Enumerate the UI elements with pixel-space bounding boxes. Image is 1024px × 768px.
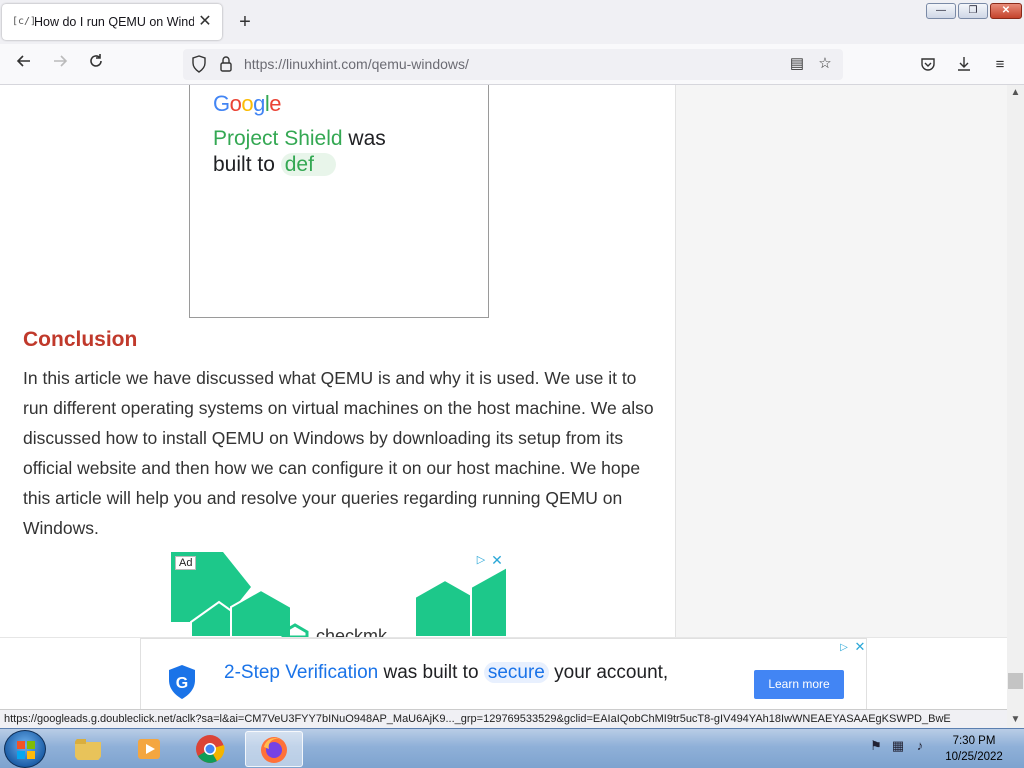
anchor-ad-headline: 2-Step Verification was built to secure … [224, 662, 669, 683]
site-favicon-icon: [c/] [12, 16, 37, 27]
url-path: /qemu-windows/ [367, 56, 469, 72]
tab-active[interactable]: [c/] How do I run QEMU on Windows ✕ [2, 4, 222, 40]
link-status-bar: https://googleads.g.doubleclick.net/aclk… [0, 709, 1007, 728]
minimize-button[interactable]: — [926, 3, 956, 19]
forward-button[interactable] [48, 52, 72, 76]
ad-hexagon-graphic [171, 552, 507, 637]
volume-icon[interactable]: ♪ [912, 737, 928, 755]
anchor-ad-container: G 2-Step Verification was built to secur… [0, 637, 1007, 710]
forward-arrow-icon [54, 55, 68, 67]
scroll-down-arrow-icon[interactable]: ▼ [1007, 712, 1024, 728]
back-arrow-icon [16, 55, 30, 67]
google-project-shield-ad[interactable]: Google Project Shield was built to def [189, 85, 489, 318]
windows-logo-icon [17, 741, 35, 759]
clock-date: 10/25/2022 [945, 751, 1003, 763]
anchor-ad-close-icon[interactable]: ✕ [853, 640, 867, 654]
conclusion-paragraph: In this article we have discussed what Q… [23, 368, 654, 538]
reload-icon [90, 54, 102, 67]
downloads-icon[interactable] [955, 56, 973, 74]
taskbar-chrome[interactable] [182, 731, 240, 767]
adchoices-icon[interactable]: ▷ [837, 641, 851, 655]
section-heading-conclusion: Conclusion [23, 328, 138, 351]
address-bar[interactable]: https://linuxhint.com/qemu-windows/ ▤ ☆ [183, 49, 843, 80]
media-player-icon [138, 739, 160, 759]
folder-icon [75, 739, 101, 760]
url-host: https://linuxhint.com [244, 56, 368, 72]
scroll-thumb[interactable] [1008, 673, 1023, 689]
menu-hamburger-icon[interactable]: ≡ [991, 56, 1009, 74]
clock-time: 7:30 PM [952, 735, 996, 747]
reader-view-icon[interactable]: ▤ [788, 55, 806, 73]
navigation-toolbar: https://linuxhint.com/qemu-windows/ ▤ ☆ … [0, 44, 1024, 85]
ad-close-icon[interactable]: ✕ [489, 552, 505, 568]
page-scrollbar[interactable]: ▲ ▼ [1007, 85, 1024, 728]
scroll-up-arrow-icon[interactable]: ▲ [1007, 85, 1024, 101]
taskbar-file-explorer[interactable] [60, 731, 118, 767]
taskbar-clock[interactable]: 7:30 PM 10/25/2022 [928, 733, 1020, 765]
ad-headline-line2: built to def [213, 153, 336, 177]
tab-title: How do I run QEMU on Windows [34, 15, 194, 29]
lock-icon[interactable] [219, 55, 233, 73]
google-shield-icon: G [167, 664, 197, 700]
svg-text:G: G [176, 675, 188, 692]
tracking-protection-shield-icon[interactable] [191, 55, 207, 73]
right-sidebar [675, 85, 1007, 637]
adchoices-icon[interactable]: ▷ [473, 552, 489, 568]
windows-taskbar: ⚑ ▦ ♪ 7:30 PM 10/25/2022 [0, 728, 1024, 768]
bookmark-star-icon[interactable]: ☆ [816, 55, 834, 73]
two-step-verification-ad[interactable]: G 2-Step Verification was built to secur… [140, 638, 867, 710]
reload-button[interactable] [84, 52, 108, 76]
taskbar-firefox[interactable] [245, 731, 303, 767]
ad-headline-line1: Project Shield was [213, 127, 386, 150]
back-button[interactable] [12, 52, 36, 76]
window-close-button[interactable]: ✕ [990, 3, 1022, 19]
google-logo: Google [213, 91, 282, 116]
article-content: Google Project Shield was built to def C… [0, 85, 675, 637]
tab-close-button[interactable]: ✕ [196, 12, 214, 32]
action-center-icon[interactable]: ⚑ [868, 737, 884, 755]
url-text[interactable]: https://linuxhint.com/qemu-windows/ [244, 56, 469, 72]
taskbar-media-player[interactable] [121, 731, 179, 767]
checkmk-display-ad[interactable]: Ad ▷ ✕ checkmk [171, 552, 507, 637]
chrome-icon [196, 735, 225, 763]
ad-brand-fragment: checkmk [316, 626, 388, 637]
learn-more-button[interactable]: Learn more [754, 670, 844, 699]
firefox-icon [261, 737, 287, 763]
maximize-button[interactable]: ❐ [958, 3, 988, 19]
network-icon[interactable]: ▦ [890, 737, 906, 755]
new-tab-button[interactable]: + [234, 10, 256, 34]
ad-label-badge: Ad [175, 556, 197, 570]
start-button[interactable] [4, 730, 46, 768]
tab-strip: [c/] How do I run QEMU on Windows ✕ + — … [0, 0, 1024, 44]
pocket-icon[interactable] [919, 56, 937, 74]
